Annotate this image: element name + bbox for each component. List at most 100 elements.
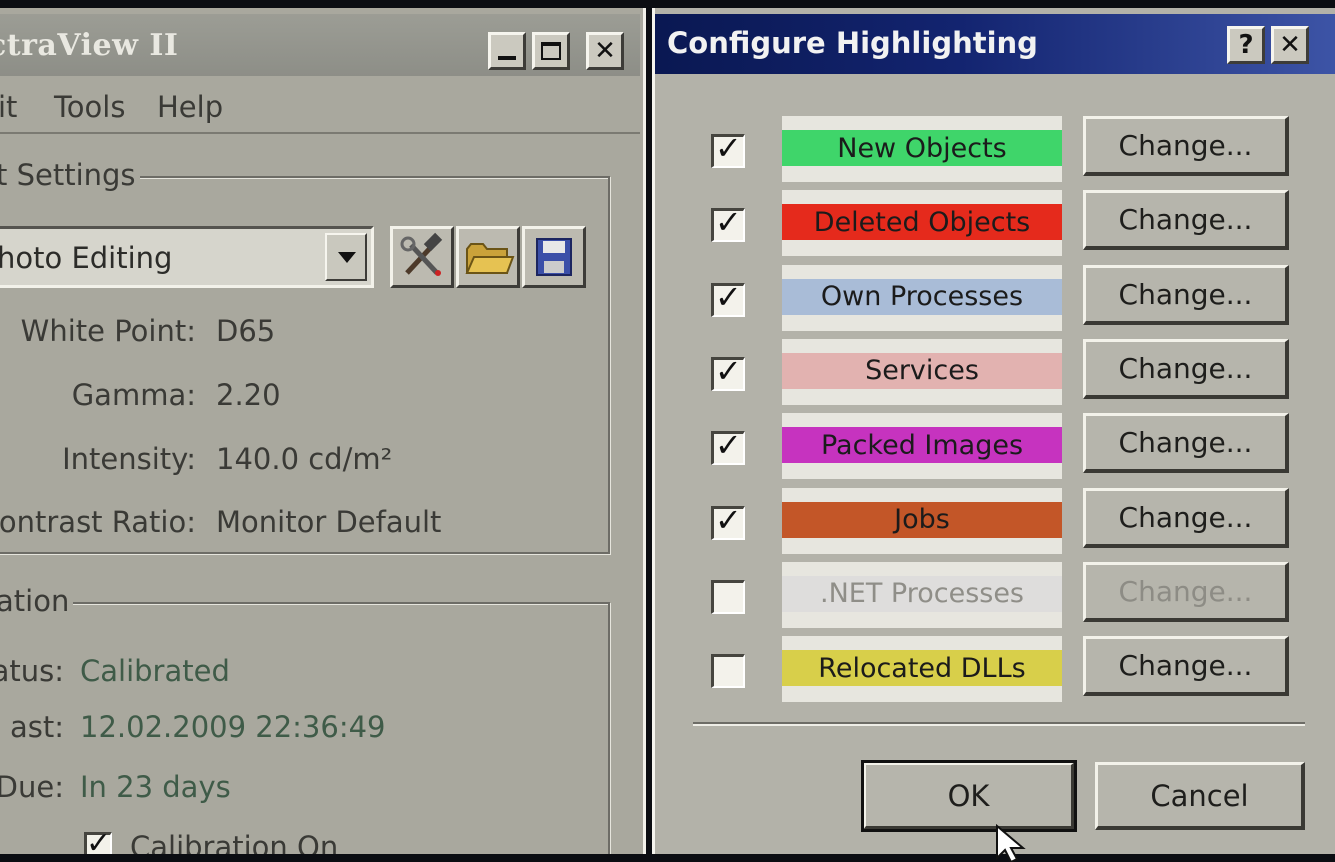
mouse-cursor-icon — [996, 824, 1026, 862]
checkmark-icon: ✓ — [715, 351, 742, 390]
checkmark-icon: ✓ — [715, 500, 742, 539]
highlight-checkbox[interactable]: ✓ — [711, 426, 745, 466]
close-button[interactable]: ✕ — [586, 32, 624, 70]
help-icon: ? — [1238, 30, 1254, 60]
highlight-label: Deleted Objects — [813, 206, 1031, 238]
highlight-label: .NET Processes — [819, 578, 1025, 610]
change-label: Change... — [1118, 203, 1253, 237]
menu-help[interactable]: Help — [157, 90, 223, 124]
change-label: Change... — [1118, 500, 1253, 534]
maximize-icon — [541, 42, 561, 60]
checkmark-icon: ✓ — [715, 203, 742, 242]
maximize-button[interactable] — [532, 32, 570, 70]
change-label: Change... — [1118, 426, 1253, 460]
highlight-swatch: New Objects — [782, 130, 1062, 166]
dialog-title: Configure Highlighting — [667, 26, 1038, 60]
change-label: Change... — [1118, 574, 1253, 608]
tools-button[interactable] — [390, 226, 454, 288]
change-color-button[interactable]: Change... — [1083, 264, 1289, 325]
change-label: Change... — [1118, 649, 1253, 683]
menu-tools[interactable]: Tools — [54, 90, 125, 124]
highlight-swatch: Jobs — [782, 501, 1062, 538]
last-calibration-value: 12.02.2009 22:36:49 — [80, 710, 386, 744]
change-color-button[interactable]: Change... — [1083, 487, 1289, 548]
preset-dropdown[interactable]: hoto Editing — [0, 226, 374, 288]
white-point-label: White Point: — [20, 314, 196, 348]
open-file-button[interactable] — [456, 226, 520, 288]
highlight-swatch-frame: .NET Processes — [782, 561, 1062, 628]
folder-icon — [465, 243, 515, 274]
gamma-label: Gamma: — [71, 378, 196, 412]
checkmark-icon: ✓ — [715, 426, 742, 465]
menu-bar: it Tools Help — [0, 82, 640, 134]
highlight-checkbox[interactable]: ✓ — [711, 352, 745, 391]
intensity-value: 140.0 cd/m² — [216, 442, 393, 476]
highlight-swatch: Packed Images — [782, 427, 1062, 464]
due-value: In 23 days — [80, 770, 231, 804]
help-button[interactable]: ? — [1227, 26, 1265, 64]
highlight-checkbox[interactable]: ✓ — [711, 278, 745, 317]
dialog-title-bar[interactable]: Configure Highlighting ? ✕ — [655, 14, 1335, 74]
highlight-swatch-frame: New Objects — [782, 116, 1062, 182]
close-icon: ✕ — [594, 36, 616, 66]
highlight-checkbox[interactable] — [711, 654, 745, 689]
highlight-label: Services — [865, 355, 979, 387]
checkmark-icon: ✓ — [715, 277, 742, 316]
highlight-label: Jobs — [894, 504, 950, 535]
highlight-swatch-frame: Services — [782, 338, 1062, 405]
ok-button[interactable]: OK — [861, 760, 1077, 832]
calibration-on-checkbox[interactable]: ✓ — [84, 826, 112, 854]
menu-edit[interactable]: it — [0, 90, 17, 124]
intensity-label: Intensity: — [62, 442, 196, 476]
change-color-button[interactable]: Change... — [1083, 116, 1289, 176]
separator — [693, 722, 1305, 726]
status-value: Calibrated — [80, 654, 230, 688]
configure-highlighting-dialog: Configure Highlighting ? ✕ ✓ New Objects C… — [652, 8, 1335, 862]
highlight-swatch-frame: Own Processes — [782, 264, 1062, 331]
last-calibration-label: ast: — [9, 710, 64, 744]
highlight-checkbox[interactable]: ✓ — [711, 501, 745, 540]
highlight-label: Own Processes — [820, 281, 1024, 313]
highlight-swatch: Deleted Objects — [782, 204, 1062, 241]
calibration-on-label: Calibration On — [130, 830, 339, 854]
dialog-close-button[interactable]: ✕ — [1271, 26, 1309, 64]
floppy-disk-icon — [536, 238, 572, 276]
change-color-button[interactable]: Change... — [1083, 561, 1289, 622]
highlight-swatch-frame: Jobs — [782, 487, 1062, 554]
minimize-icon — [498, 56, 516, 60]
color-calibration-window: ctraView II ✕ it Tools Help t Settings h… — [0, 8, 646, 854]
change-label: Change... — [1118, 277, 1253, 311]
save-button[interactable] — [522, 226, 586, 288]
white-point-value: D65 — [216, 314, 276, 348]
highlight-swatch-frame: Packed Images — [782, 413, 1062, 480]
window-title: ctraView II — [0, 28, 179, 63]
calibration-group-label: ation — [0, 584, 74, 618]
due-label: Due: — [0, 770, 64, 804]
highlight-swatch-frame: Relocated DLLs — [782, 636, 1062, 703]
chevron-down-icon[interactable] — [325, 233, 367, 281]
highlight-label: Relocated DLLs — [818, 652, 1026, 684]
highlight-swatch: .NET Processes — [782, 575, 1062, 612]
ok-label: OK — [947, 778, 990, 813]
checkmark-icon: ✓ — [86, 826, 112, 854]
checkmark-icon: ✓ — [715, 129, 742, 167]
highlight-swatch-frame: Deleted Objects — [782, 190, 1062, 257]
highlight-label: New Objects — [837, 132, 1007, 164]
highlight-checkbox[interactable] — [711, 579, 745, 614]
highlight-swatch: Relocated DLLs — [782, 650, 1062, 687]
settings-group-label: t Settings — [0, 158, 140, 192]
highlight-checkbox[interactable]: ✓ — [711, 129, 745, 168]
minimize-button[interactable] — [488, 32, 526, 70]
highlight-checkbox[interactable]: ✓ — [711, 203, 745, 243]
change-color-button[interactable]: Change... — [1083, 636, 1289, 697]
highlight-swatch: Services — [782, 352, 1062, 389]
status-label: atus: — [0, 654, 64, 688]
cancel-button[interactable]: Cancel — [1095, 762, 1305, 830]
contrast-ratio-value: Monitor Default — [216, 505, 442, 539]
change-label: Change... — [1118, 129, 1253, 162]
change-color-button[interactable]: Change... — [1083, 338, 1289, 399]
change-color-button[interactable]: Change... — [1083, 190, 1289, 251]
preset-value: hoto Editing — [0, 241, 173, 275]
window-title-bar[interactable]: ctraView II ✕ — [0, 14, 640, 76]
change-color-button[interactable]: Change... — [1083, 413, 1289, 474]
